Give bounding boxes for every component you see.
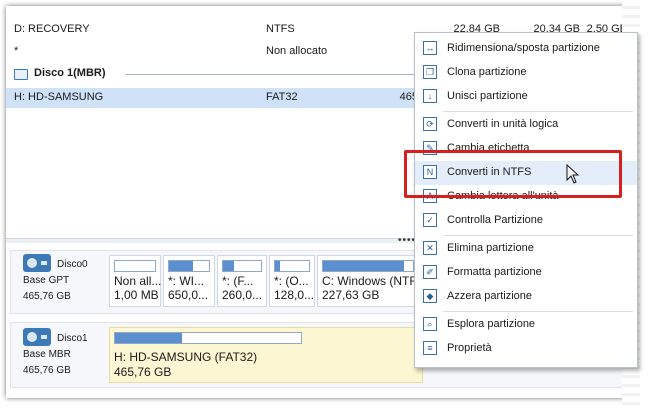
menu-item-resize-move[interactable]: ↔ Ridimensiona/sposta partizione (415, 37, 637, 61)
usage-bar (114, 332, 302, 344)
disk0-partition-block[interactable]: *: (O... 128,0... (269, 255, 315, 307)
disk1-label: Disco1 (57, 333, 88, 344)
mouse-cursor-icon (566, 164, 580, 184)
disk0-type: Base GPT (23, 275, 70, 286)
merge-icon: ↓ (423, 89, 437, 103)
menu-item-explore[interactable]: ⌕ Esplora partizione (415, 313, 637, 337)
disk0-partition-block[interactable]: *: (F... 260,0... (217, 255, 267, 307)
partition-size: 650,0... (168, 288, 209, 302)
menu-item-check[interactable]: ✓ Controlla Partizione (415, 209, 637, 233)
partition-name: * (14, 45, 19, 57)
usage-bar (274, 260, 310, 272)
menu-item-label: Clona partizione (447, 66, 527, 78)
resize-icon: ↔ (423, 41, 437, 55)
menu-separator (443, 111, 633, 112)
menu-item-properties[interactable]: ≡ Proprietà (415, 337, 637, 361)
partition-label: Non all... (114, 274, 162, 288)
partition-name: D: RECOVERY (14, 23, 90, 35)
menu-item-label: Controlla Partizione (447, 214, 543, 226)
menu-item-label: Formatta partizione (447, 266, 542, 278)
partition-fs: NTFS (266, 23, 295, 35)
menu-separator (443, 311, 633, 312)
usage-bar (322, 260, 414, 272)
partition-size: 465,76 GB (114, 365, 172, 379)
disk0-size: 465,76 GB (23, 291, 71, 302)
menu-item-label: Converti in unità logica (447, 118, 559, 130)
highlight-annotation (404, 150, 622, 198)
disk-icon (14, 69, 28, 80)
disk1-size: 465,76 GB (23, 365, 71, 376)
partition-label: *: (O... (274, 274, 309, 288)
menu-item-wipe[interactable]: ◆ Azzera partizione (415, 285, 637, 309)
disk0-partition-block[interactable]: C: Windows (NTFS 227,63 GB (317, 255, 425, 307)
menu-item-label: Proprietà (447, 342, 492, 354)
header-divider (126, 74, 426, 75)
disk0-label: Disco0 (57, 259, 88, 270)
explore-icon: ⌕ (423, 317, 437, 331)
delete-icon: ✕ (423, 241, 437, 255)
properties-icon: ≡ (423, 341, 437, 355)
usage-fill (169, 261, 193, 271)
partition-fs: FAT32 (266, 91, 298, 103)
check-icon: ✓ (423, 213, 437, 227)
menu-item-label: Ridimensiona/sposta partizione (447, 42, 600, 54)
usage-bar (114, 260, 156, 272)
menu-item-clone[interactable]: ❐ Clona partizione (415, 61, 637, 85)
partition-label: *: (F... (222, 274, 254, 288)
partition-fs: Non allocato (266, 45, 328, 57)
disk1-header-label: Disco 1(MBR) (34, 67, 106, 79)
format-brush-icon: ✐ (423, 265, 437, 279)
menu-item-label: Esplora partizione (447, 318, 536, 330)
partition-label: C: Windows (NTFS (322, 274, 425, 288)
partition-label: H: HD-SAMSUNG (FAT32) (114, 350, 258, 364)
partition-size: 1,00 MB (114, 288, 159, 302)
menu-item-merge[interactable]: ↓ Unisci partizione (415, 85, 637, 109)
context-menu: ↔ Ridimensiona/sposta partizione ❐ Clona p… (414, 32, 638, 368)
usage-bar (222, 260, 262, 272)
menu-item-label: Elimina partizione (447, 242, 534, 254)
menu-item-label: Unisci partizione (447, 90, 528, 102)
disk1-type: Base MBR (23, 349, 71, 360)
disk0-partition-block[interactable]: Non all... 1,00 MB (109, 255, 161, 307)
partition-name: H: HD-SAMSUNG (14, 91, 104, 103)
partition-label: *: WI... (168, 274, 204, 288)
menu-item-convert-logical[interactable]: ⟳ Converti in unità logica (415, 113, 637, 137)
convert-icon: ⟳ (423, 117, 437, 131)
clone-icon: ❐ (423, 65, 437, 79)
menu-separator (443, 235, 633, 236)
usage-bar (168, 260, 210, 272)
eraser-icon: ◆ (423, 289, 437, 303)
usage-fill (275, 261, 281, 271)
menu-item-format[interactable]: ✐ Formatta partizione (415, 261, 637, 285)
usage-fill (223, 261, 235, 271)
partition-size: 227,63 GB (322, 288, 380, 302)
menu-item-delete[interactable]: ✕ Elimina partizione (415, 237, 637, 261)
hard-disk-icon (23, 328, 51, 346)
partition-size: 260,0... (222, 288, 263, 302)
partition-size: 128,0... (274, 288, 315, 302)
disk0-info: Disco0 Base GPT 465,76 GB (17, 251, 103, 311)
usage-fill (115, 333, 182, 343)
hard-disk-icon (23, 254, 51, 272)
disk0-partition-block[interactable]: *: WI... 650,0... (163, 255, 215, 307)
usage-fill (323, 261, 404, 271)
disk1-info: Disco1 Base MBR 465,76 GB (17, 325, 103, 385)
menu-item-label: Azzera partizione (447, 290, 532, 302)
disk1-partition-block[interactable]: H: HD-SAMSUNG (FAT32) 465,76 GB (109, 327, 423, 383)
